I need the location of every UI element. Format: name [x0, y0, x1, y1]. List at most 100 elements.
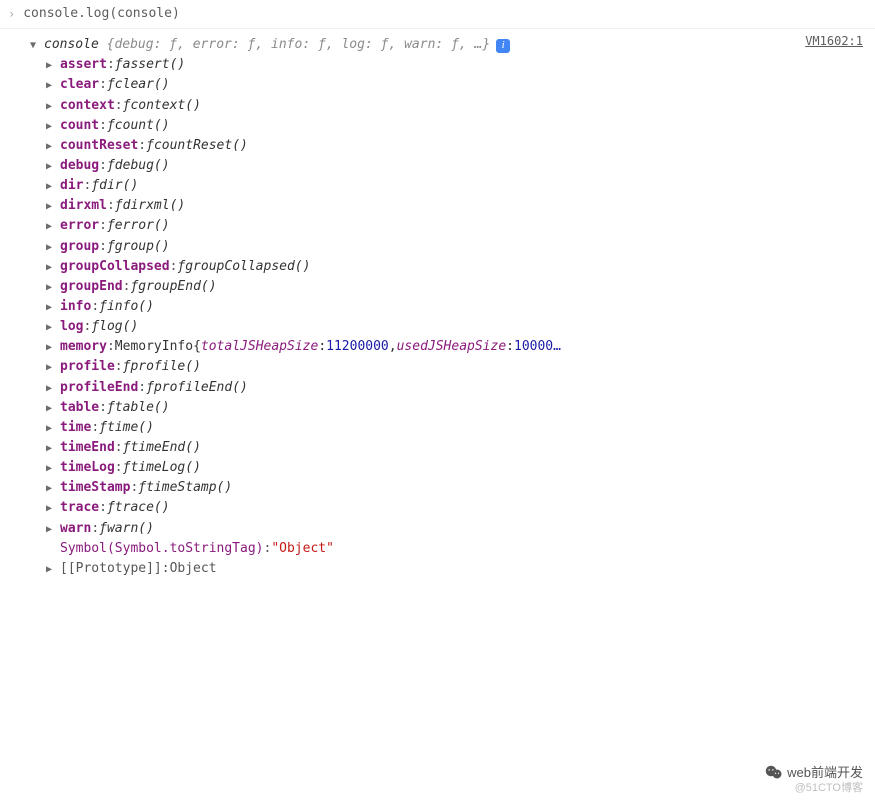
property-row[interactable]: Symbol(Symbol.toStringTag): "Object" [30, 539, 875, 559]
number-value: 10000… [514, 337, 561, 357]
chevron-right-icon[interactable] [46, 240, 58, 256]
colon: : [107, 337, 115, 357]
object-preview: debug: ƒ, error: ƒ, info: ƒ, log: ƒ, war… [114, 35, 482, 55]
function-symbol: ƒ [107, 75, 115, 95]
function-name: dir() [99, 176, 138, 196]
property-row[interactable]: timeLog: ƒ timeLog() [30, 458, 875, 478]
function-symbol: ƒ [107, 237, 115, 257]
property-key: profile [60, 357, 115, 377]
property-row[interactable]: debug: ƒ debug() [30, 156, 875, 176]
colon: : [123, 277, 131, 297]
property-key: memory [60, 337, 107, 357]
object-name: console [44, 35, 99, 55]
property-row[interactable]: timeEnd: ƒ timeEnd() [30, 438, 875, 458]
chevron-right-icon[interactable] [46, 58, 58, 74]
property-row[interactable]: groupEnd: ƒ groupEnd() [30, 277, 875, 297]
property-row[interactable]: timeStamp: ƒ timeStamp() [30, 478, 875, 498]
colon: : [115, 458, 123, 478]
info-icon[interactable]: i [496, 39, 510, 53]
colon: : [162, 559, 170, 579]
function-symbol: ƒ [99, 519, 107, 539]
chevron-right-icon[interactable] [46, 481, 58, 497]
chevron-right-icon[interactable] [46, 99, 58, 115]
colon: : [115, 438, 123, 458]
chevron-right-icon[interactable] [46, 260, 58, 276]
chevron-right-icon[interactable] [46, 340, 58, 356]
chevron-right-icon[interactable] [46, 562, 58, 578]
function-symbol: ƒ [138, 478, 146, 498]
chevron-right-icon[interactable] [46, 199, 58, 215]
chevron-right-icon[interactable] [46, 159, 58, 175]
source-link[interactable]: VM1602:1 [805, 32, 863, 51]
chevron-right-icon[interactable] [46, 320, 58, 336]
property-row[interactable]: [[Prototype]]: Object [30, 559, 875, 579]
colon: : [99, 237, 107, 257]
chevron-right-icon[interactable] [46, 360, 58, 376]
function-name: error() [115, 216, 170, 236]
property-row[interactable]: dir: ƒ dir() [30, 176, 875, 196]
watermark-sub: @51CTO博客 [795, 780, 863, 797]
property-row[interactable]: warn: ƒ warn() [30, 519, 875, 539]
property-row[interactable]: profileEnd: ƒ profileEnd() [30, 378, 875, 398]
property-row[interactable]: trace: ƒ trace() [30, 498, 875, 518]
property-key: timeEnd [60, 438, 115, 458]
function-name: timeLog() [130, 458, 200, 478]
function-symbol: ƒ [177, 257, 185, 277]
chevron-right-icon[interactable] [46, 139, 58, 155]
chevron-right-icon[interactable] [46, 461, 58, 477]
property-row[interactable]: memory: MemoryInfo {totalJSHeapSize: 112… [30, 337, 875, 357]
function-name: groupCollapsed() [185, 257, 310, 277]
chevron-right-icon[interactable] [46, 219, 58, 235]
property-key: timeLog [60, 458, 115, 478]
object-header-row[interactable]: console { debug: ƒ, error: ƒ, info: ƒ, l… [30, 35, 875, 55]
property-row[interactable]: info: ƒ info() [30, 297, 875, 317]
chevron-right-icon[interactable] [46, 421, 58, 437]
function-symbol: ƒ [107, 116, 115, 136]
property-row[interactable]: profile: ƒ profile() [30, 357, 875, 377]
property-row[interactable]: group: ƒ group() [30, 237, 875, 257]
property-key: countReset [60, 136, 138, 156]
chevron-right-icon[interactable] [46, 401, 58, 417]
property-key: error [60, 216, 99, 236]
property-row[interactable]: countReset: ƒ countReset() [30, 136, 875, 156]
chevron-right-icon[interactable] [46, 300, 58, 316]
property-row[interactable]: assert: ƒ assert() [30, 55, 875, 75]
property-key: Symbol(Symbol.toStringTag) [60, 539, 264, 559]
console-input-row: › console.log(console) [0, 0, 875, 29]
number-value: 11200000 [326, 337, 389, 357]
function-symbol: ƒ [91, 176, 99, 196]
function-name: dirxml() [123, 196, 186, 216]
chevron-down-icon[interactable] [30, 38, 42, 54]
console-input-code: console.log(console) [23, 4, 180, 24]
colon: : [83, 317, 91, 337]
property-key: count [60, 116, 99, 136]
chevron-right-icon[interactable] [46, 381, 58, 397]
property-row[interactable]: table: ƒ table() [30, 398, 875, 418]
function-name: warn() [107, 519, 154, 539]
chevron-right-icon[interactable] [46, 78, 58, 94]
chevron-right-icon[interactable] [46, 441, 58, 457]
colon: : [170, 257, 178, 277]
function-name: time() [107, 418, 154, 438]
property-row[interactable]: groupCollapsed: ƒ groupCollapsed() [30, 257, 875, 277]
chevron-right-icon[interactable] [46, 522, 58, 538]
property-key: [[Prototype]] [60, 559, 162, 579]
close-brace: } [482, 35, 490, 55]
chevron-right-icon[interactable] [46, 119, 58, 135]
property-row[interactable]: context: ƒ context() [30, 96, 875, 116]
object-type: MemoryInfo [115, 337, 193, 357]
property-key: groupEnd [60, 277, 123, 297]
chevron-right-icon[interactable] [46, 280, 58, 296]
property-row[interactable]: clear: ƒ clear() [30, 75, 875, 95]
property-key: debug [60, 156, 99, 176]
chevron-right-icon[interactable] [46, 501, 58, 517]
property-row[interactable]: dirxml: ƒ dirxml() [30, 196, 875, 216]
property-row[interactable]: log: ƒ log() [30, 317, 875, 337]
property-row[interactable]: error: ƒ error() [30, 216, 875, 236]
chevron-right-icon[interactable] [46, 179, 58, 195]
property-row[interactable]: count: ƒ count() [30, 116, 875, 136]
function-name: assert() [123, 55, 186, 75]
function-symbol: ƒ [123, 96, 131, 116]
property-row[interactable]: time: ƒ time() [30, 418, 875, 438]
function-name: info() [107, 297, 154, 317]
